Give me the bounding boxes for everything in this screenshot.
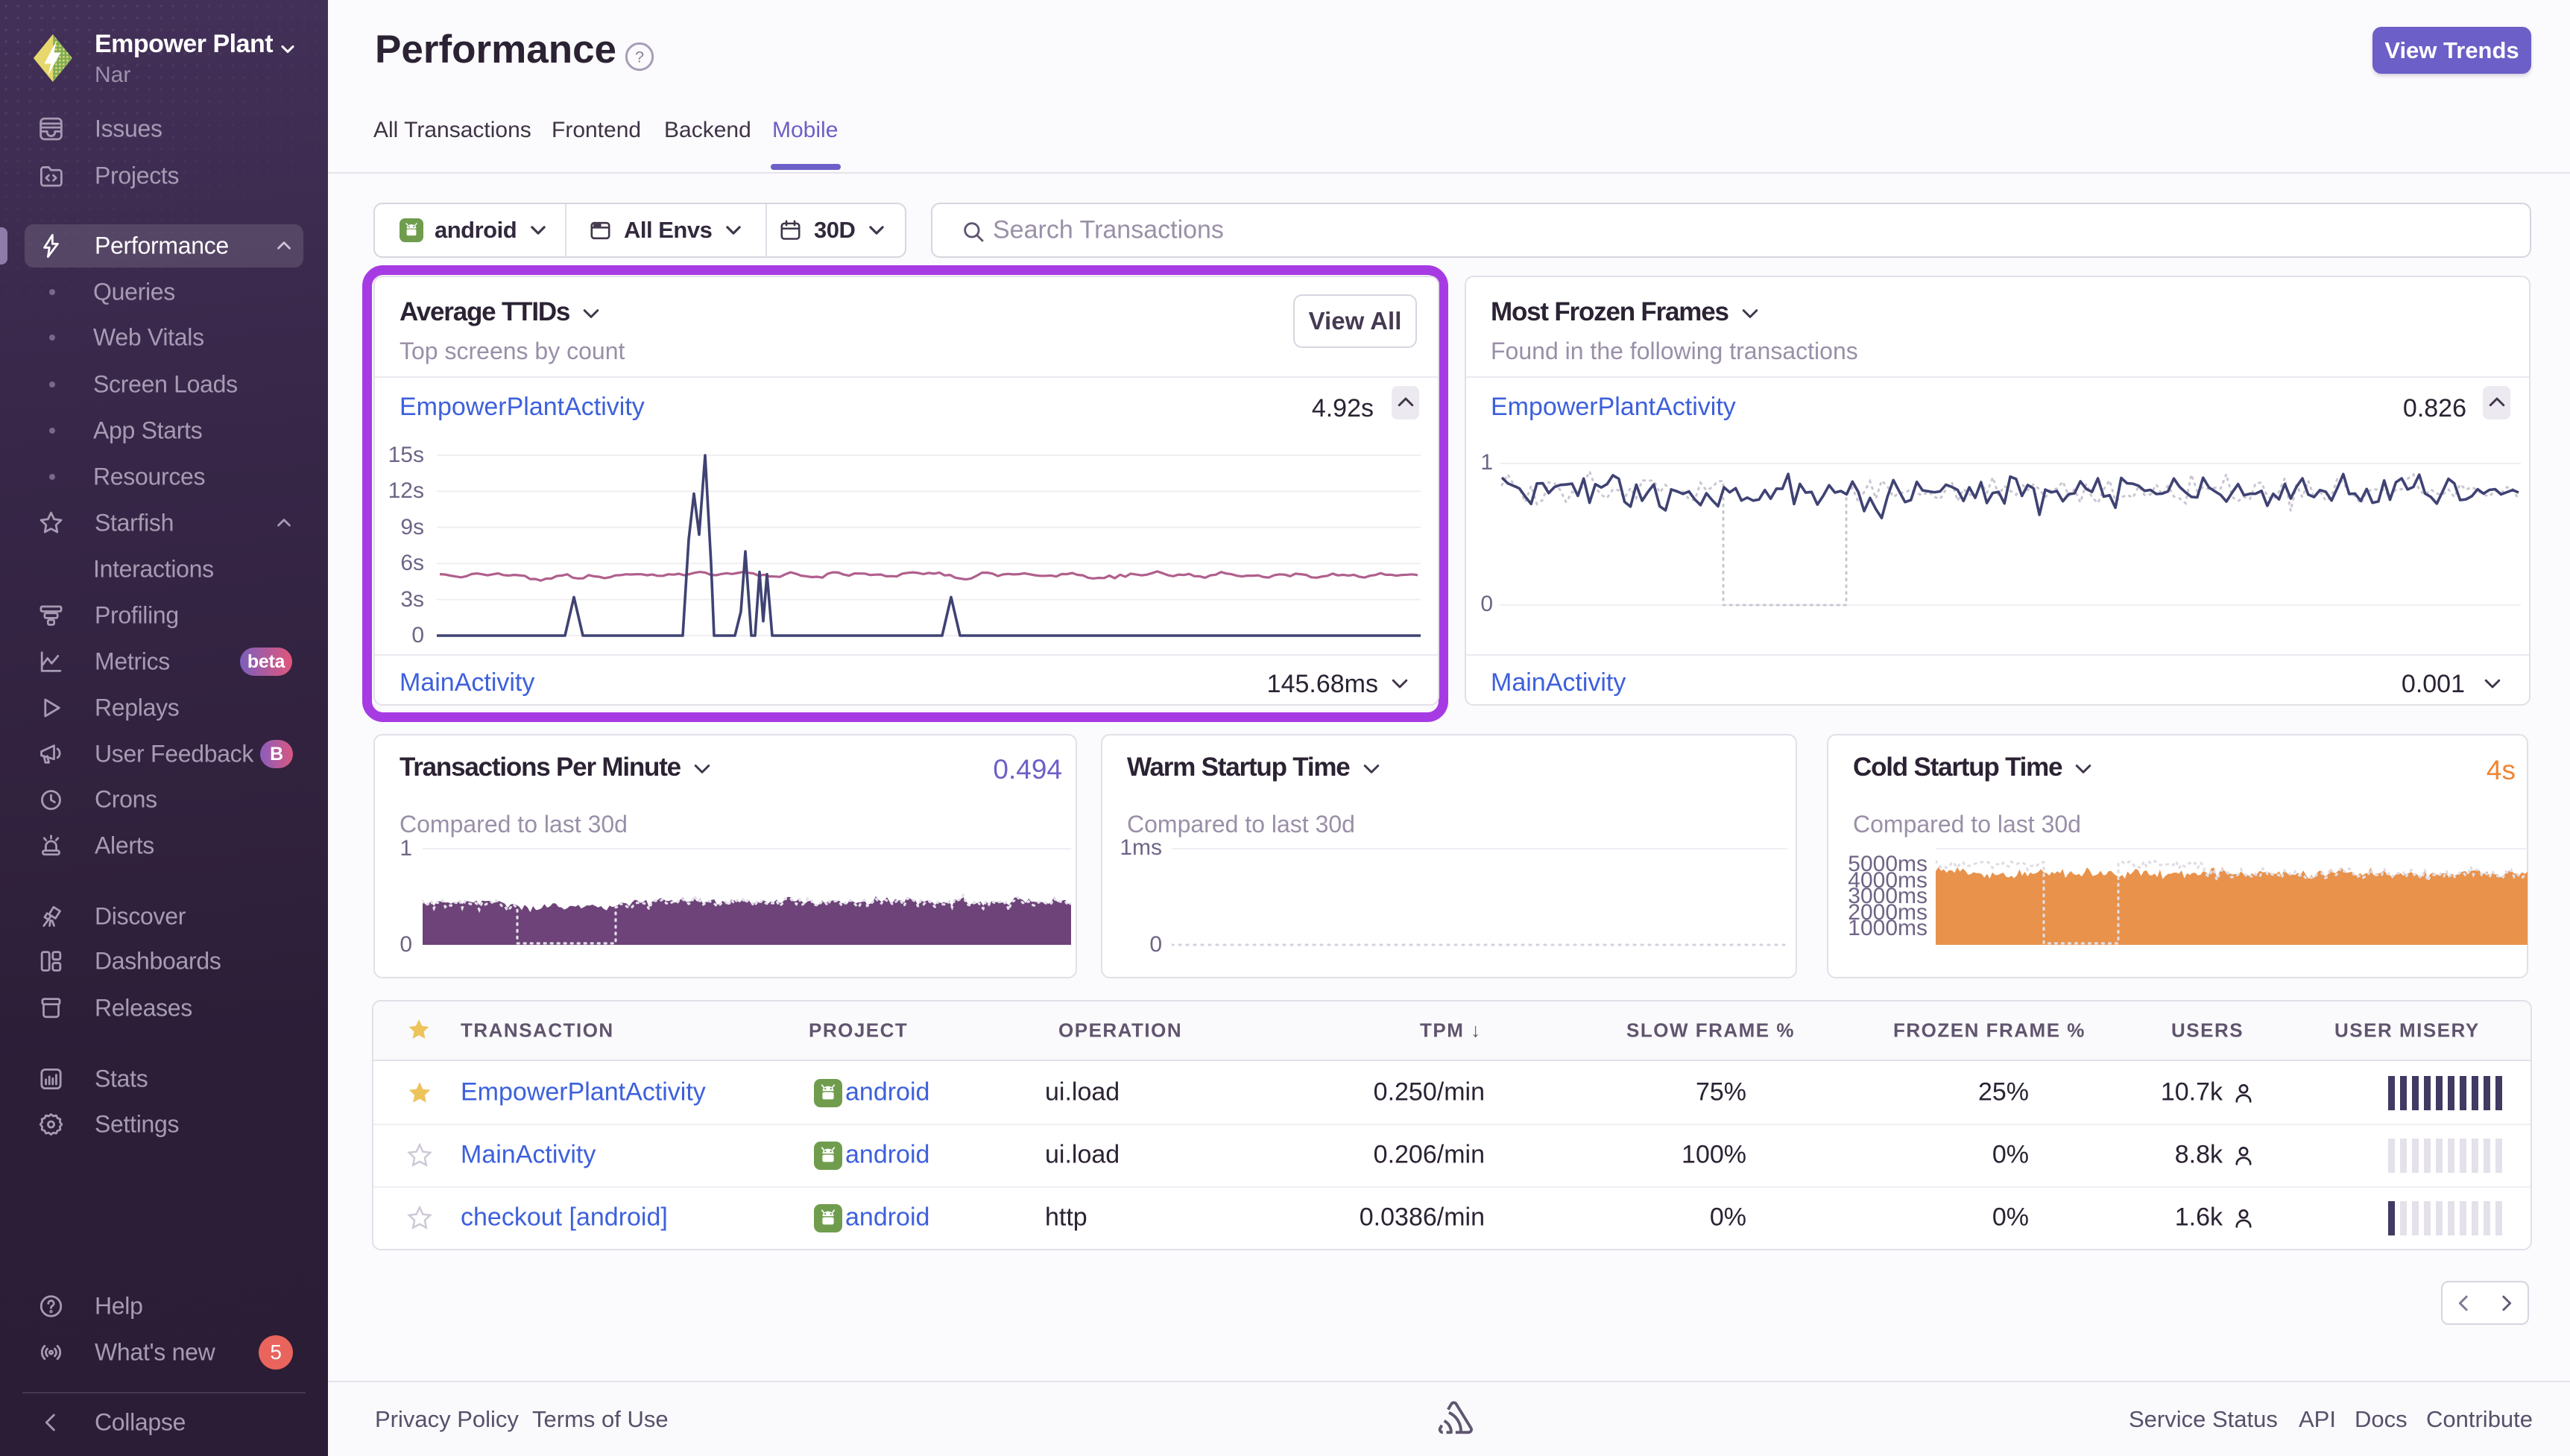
svg-text:?: ? bbox=[635, 47, 644, 66]
